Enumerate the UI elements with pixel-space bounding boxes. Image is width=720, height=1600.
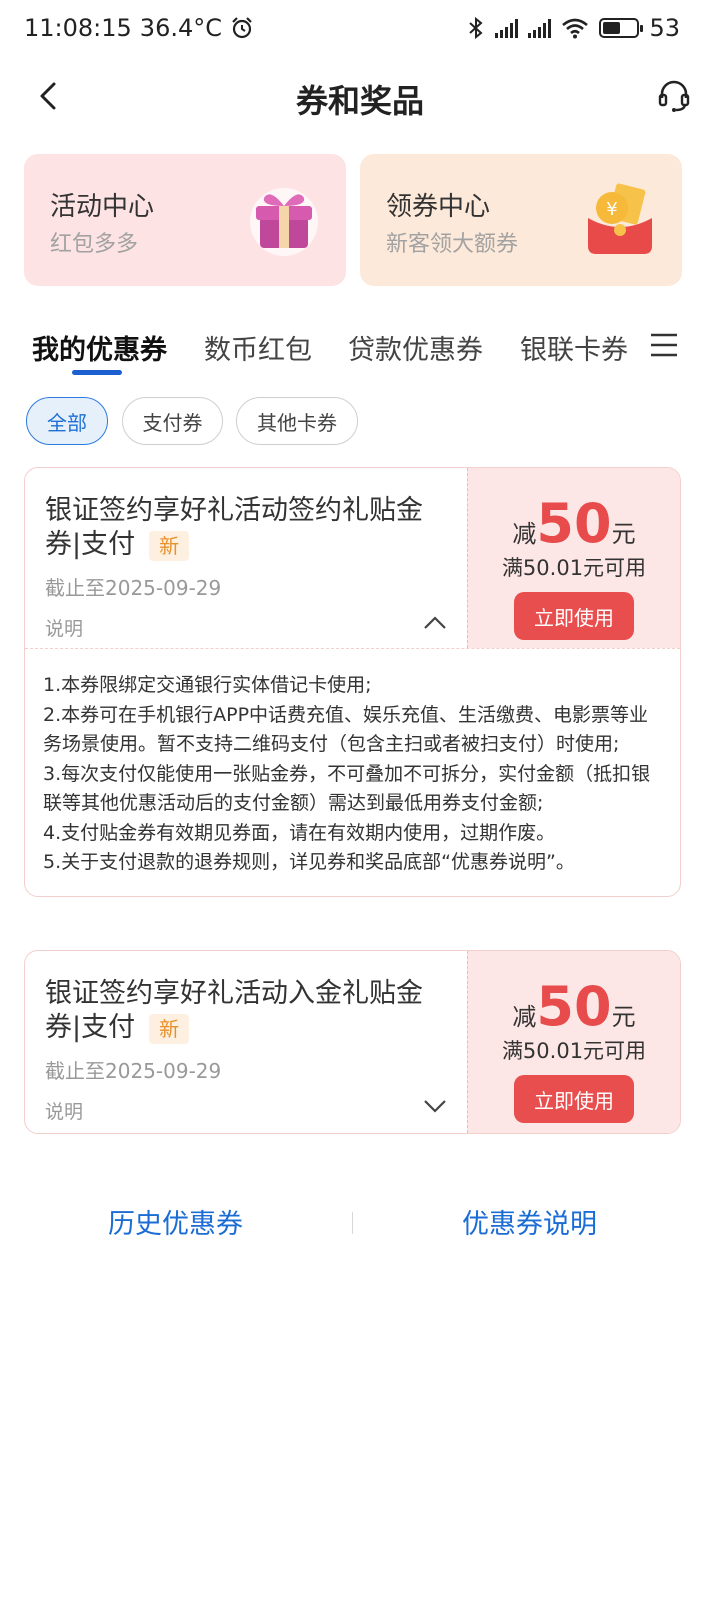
- coupon-amount: 减50元: [468, 975, 680, 1038]
- cellular-signal-1-icon: [495, 18, 519, 38]
- battery-percent: 53: [649, 14, 680, 42]
- history-coupons-link[interactable]: 历史优惠券: [108, 1202, 243, 1241]
- battery-icon: [599, 18, 644, 38]
- tab-loan-coupons[interactable]: 贷款优惠券: [348, 328, 483, 367]
- coupon-amount-panel: 减50元 满50.01元可用 立即使用: [467, 468, 680, 648]
- detail-line: 1.本券限绑定交通银行实体借记卡使用;: [43, 674, 372, 696]
- coupon-condition: 满50.01元可用: [501, 1039, 647, 1063]
- coupon-tabs: 我的优惠券 数币红包 贷款优惠券 银联卡券: [0, 322, 720, 382]
- wifi-icon: [562, 18, 589, 39]
- status-bar: 11:08:15 36.4°C 53: [0, 0, 720, 60]
- status-left: 11:08:15 36.4°C: [24, 14, 254, 42]
- new-badge: 新: [149, 1013, 190, 1044]
- coupon-deadline: 截止至2025-09-29: [45, 576, 222, 600]
- chevron-up-icon[interactable]: [423, 615, 447, 631]
- gift-box-icon: [250, 188, 318, 256]
- amount-unit: 元: [611, 1003, 636, 1031]
- battery-fill: [603, 22, 621, 34]
- chevron-down-icon[interactable]: [423, 1098, 447, 1114]
- coupon-title: 银证签约享好礼活动入金礼贴金券|支付: [45, 978, 423, 1043]
- filter-payment-coupon[interactable]: 支付券: [122, 397, 223, 445]
- customer-service-icon[interactable]: [654, 76, 694, 116]
- coupon-description-toggle[interactable]: 说明: [45, 614, 83, 641]
- active-tab-indicator: [72, 370, 122, 375]
- amount-value: 50: [536, 492, 612, 555]
- amount-unit: 元: [611, 520, 636, 548]
- coupon-name: 银证签约享好礼活动签约礼贴金券|支付新: [45, 494, 445, 562]
- status-right: 53: [467, 14, 680, 42]
- menu-icon[interactable]: [650, 332, 678, 358]
- amount-prefix: 减: [512, 1003, 537, 1031]
- use-now-button[interactable]: 立即使用: [514, 1075, 634, 1123]
- coupon-description-toggle[interactable]: 说明: [45, 1097, 83, 1124]
- amount-prefix: 减: [512, 520, 537, 548]
- page-title: 券和奖品: [295, 82, 424, 120]
- cellular-signal-2-icon: [528, 18, 552, 38]
- coupon-center-subtitle: 新客领大额券: [386, 232, 519, 257]
- header: 券和奖品: [0, 64, 720, 128]
- activity-center-title: 活动中心: [50, 192, 155, 222]
- activity-center-subtitle: 红包多多: [50, 232, 139, 257]
- detail-line: 4.支付贴金券有效期见券面，请在有效期内使用，过期作废。: [43, 821, 556, 844]
- detail-line: 5.关于支付退款的退券规则，详见券和奖品底部“优惠券说明”。: [43, 851, 575, 873]
- coupon-details: 1.本券限绑定交通银行实体借记卡使用; 2.本券可在手机银行APP中话费充值、娱…: [25, 648, 680, 896]
- activity-center-card[interactable]: 活动中心 红包多多: [24, 154, 346, 286]
- coupon-explanation-link[interactable]: 优惠券说明: [462, 1202, 597, 1241]
- coupon-deadline: 截止至2025-09-29: [45, 1059, 222, 1083]
- filter-all[interactable]: 全部: [26, 397, 108, 445]
- alarm-icon: [232, 17, 252, 39]
- coupon-name: 银证签约享好礼活动入金礼贴金券|支付新: [45, 977, 445, 1045]
- coupon-amount: 减50元: [468, 492, 680, 555]
- tab-my-coupons[interactable]: 我的优惠券: [32, 328, 167, 367]
- tab-unionpay-coupons[interactable]: 银联卡券: [520, 328, 628, 367]
- status-temperature: 36.4°C: [139, 14, 222, 42]
- detail-line: 3.每次支付仅能使用一张贴金券，不可叠加不可拆分，实付金额（抵扣银联等其他优惠活…: [43, 762, 651, 815]
- coupon-amount-panel: 减50元 满50.01元可用 立即使用: [467, 951, 680, 1133]
- use-now-button[interactable]: 立即使用: [514, 592, 634, 640]
- tab-digital-red-packets[interactable]: 数币红包: [204, 328, 312, 367]
- coupon-title: 银证签约享好礼活动签约礼贴金券|支付: [45, 495, 423, 560]
- red-envelope-coin-icon: ¥: [588, 183, 652, 254]
- coupon-center-title: 领券中心: [386, 192, 491, 222]
- detail-line: 2.本券可在手机银行APP中话费充值、娱乐充值、生活缴费、电影票等业务场景使用。…: [43, 703, 649, 756]
- status-time: 11:08:15: [24, 14, 132, 42]
- svg-text:¥: ¥: [606, 199, 617, 220]
- coupon-center-card[interactable]: 领券中心 新客领大额券 ¥: [360, 154, 682, 286]
- filter-other-cards[interactable]: 其他卡券: [236, 397, 358, 445]
- new-badge: 新: [149, 530, 190, 561]
- coupon-card-2: 银证签约享好礼活动入金礼贴金券|支付新 截止至2025-09-29 说明 减50…: [24, 950, 681, 1134]
- bottom-links: 历史优惠券 优惠券说明: [0, 1196, 720, 1246]
- coupon-card-1: 银证签约享好礼活动签约礼贴金券|支付新 截止至2025-09-29 说明 减50…: [24, 467, 681, 897]
- coupon-condition: 满50.01元可用: [501, 556, 647, 580]
- amount-value: 50: [536, 975, 612, 1038]
- divider: [352, 1212, 353, 1234]
- bluetooth-icon: [469, 16, 483, 40]
